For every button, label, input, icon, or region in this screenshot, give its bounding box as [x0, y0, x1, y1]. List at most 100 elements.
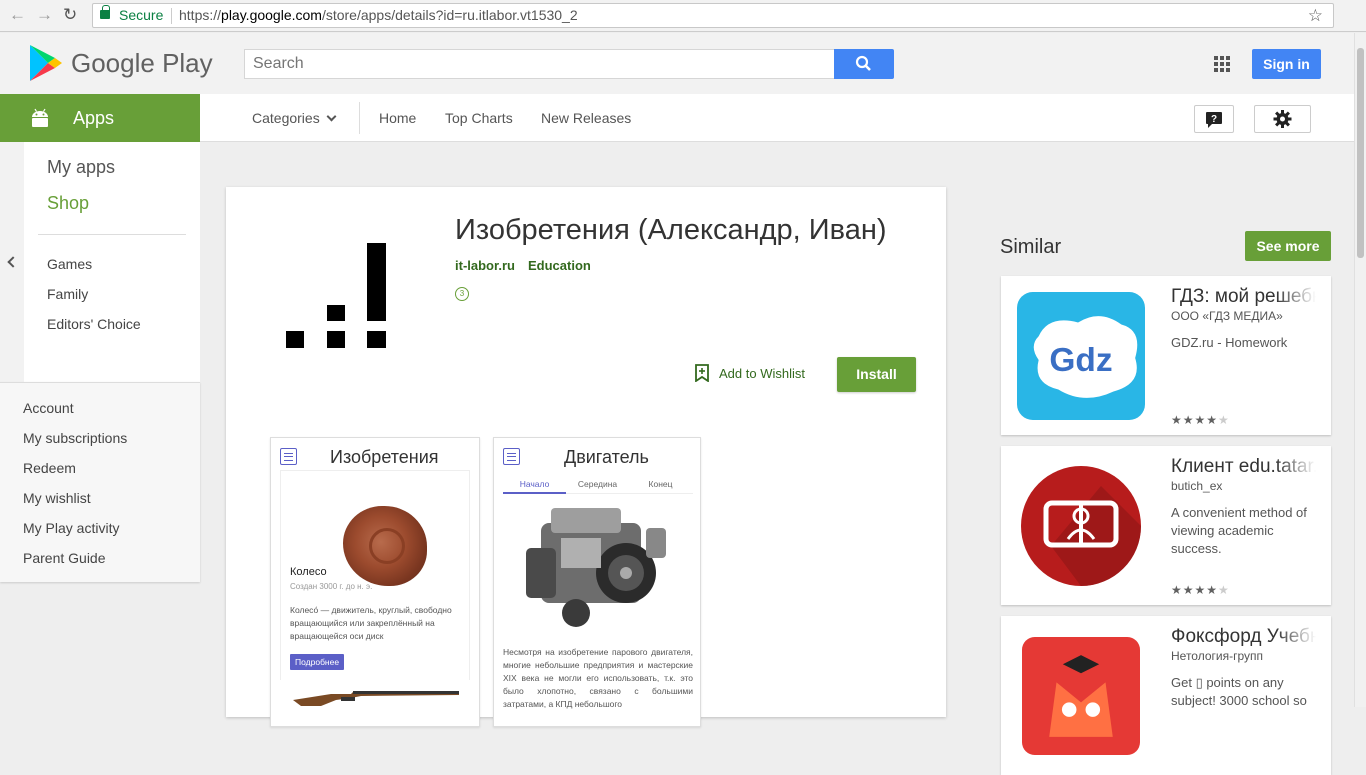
- tab-end[interactable]: Конец: [629, 479, 692, 489]
- nav-parent-guide[interactable]: Parent Guide: [23, 550, 106, 566]
- reload-icon[interactable]: ↻: [63, 6, 77, 24]
- article-body: Несмотря на изобретение парового двигате…: [503, 647, 693, 709]
- similar-app-publisher[interactable]: Нетология-групп: [1171, 649, 1263, 663]
- install-button[interactable]: Install: [837, 357, 916, 392]
- url-text: https://play.google.com/store/apps/detai…: [179, 7, 578, 23]
- play-triangle-icon: [30, 45, 62, 81]
- similar-app-card[interactable]: Gdz ГДЗ: мой решебник ООО «ГДЗ МЕДИА» GD…: [1001, 276, 1331, 435]
- app-details-card: Изобретения (Александр, Иван) it-labor.r…: [226, 187, 946, 727]
- nav-new-releases[interactable]: New Releases: [541, 110, 631, 126]
- app-title: Изобретения (Александр, Иван): [455, 214, 887, 246]
- tab-bar: Начало Середина Конец: [503, 476, 693, 494]
- search-button[interactable]: [834, 49, 894, 79]
- address-divider: [171, 8, 172, 24]
- lock-icon: [100, 5, 110, 19]
- nav-shop[interactable]: Shop: [47, 193, 89, 214]
- screenshot-2[interactable]: Двигатель Начало Середина Конец Несмотря…: [493, 437, 701, 727]
- similar-app-description: A convenient method of viewing academic …: [1171, 505, 1307, 556]
- help-icon: ?: [1206, 112, 1222, 128]
- similar-app-card[interactable]: Фоксфорд Учебник Нетология-групп Get ▯ p…: [1001, 616, 1331, 775]
- chevron-left-icon[interactable]: [7, 256, 19, 268]
- search-input[interactable]: [244, 49, 835, 79]
- gdz-icon-text: Gdz: [1049, 342, 1112, 379]
- nav-my-subscriptions[interactable]: My subscriptions: [23, 430, 127, 446]
- svg-text:?: ?: [1211, 114, 1217, 125]
- nav-editors-choice[interactable]: Editors' Choice: [47, 316, 141, 332]
- similar-app-title[interactable]: ГДЗ: мой решебник: [1171, 286, 1316, 308]
- wishlist-label: Add to Wishlist: [719, 366, 805, 381]
- scrollbar-thumb[interactable]: [1357, 48, 1364, 258]
- account-menu: Account My subscriptions Redeem My wishl…: [0, 382, 200, 582]
- similar-heading: Similar: [1000, 236, 1062, 258]
- tab-start[interactable]: Начало: [503, 479, 566, 494]
- address-bar[interactable]: Secure https://play.google.com/store/app…: [92, 3, 1334, 28]
- item-date: Создан 3000 г. до н. э.: [290, 582, 373, 591]
- nav-my-apps[interactable]: My apps: [47, 157, 115, 178]
- similar-app-title[interactable]: Клиент edu.tatar.ru: [1171, 456, 1316, 478]
- item-name: Колесо: [290, 566, 327, 578]
- google-play-logo[interactable]: Google Play: [28, 44, 218, 84]
- left-navigation: My apps Shop Games Family Editors' Choic…: [0, 142, 200, 382]
- nav-family[interactable]: Family: [47, 286, 88, 302]
- more-button[interactable]: Подробнее: [290, 654, 345, 670]
- menu-icon: [280, 448, 297, 465]
- engine-image: [526, 508, 666, 627]
- wheel-image: [343, 506, 427, 586]
- gdz-icon: Gdz: [1017, 292, 1145, 420]
- search-icon: [855, 55, 871, 71]
- see-more-button[interactable]: See more: [1245, 231, 1331, 261]
- help-button[interactable]: ?: [1194, 105, 1234, 133]
- category-link[interactable]: Education: [528, 258, 591, 273]
- similar-app-publisher[interactable]: butich_ex: [1171, 479, 1222, 493]
- screenshot-title: Изобретения: [330, 447, 439, 467]
- similar-app-card[interactable]: Клиент edu.tatar.ru butich_ex A convenie…: [1001, 446, 1331, 605]
- foxford-icon: [1022, 637, 1140, 755]
- nav-my-play-activity[interactable]: My Play activity: [23, 520, 119, 536]
- similar-app-publisher[interactable]: ООО «ГДЗ МЕДИА»: [1171, 309, 1283, 323]
- item-card: Колесо Создан 3000 г. до н. э. Колесо́ —…: [280, 470, 470, 680]
- apps-grid-icon[interactable]: [1214, 56, 1230, 72]
- nav-home[interactable]: Home: [379, 110, 416, 126]
- similar-app-description: GDZ.ru - Homework: [1171, 335, 1288, 350]
- nav-games[interactable]: Games: [47, 256, 92, 272]
- brand-text: Google Play: [71, 48, 213, 78]
- sign-in-button[interactable]: Sign in: [1252, 49, 1321, 79]
- browser-toolbar: ← → ↻ Secure https://play.google.com/sto…: [0, 0, 1366, 32]
- collapse-rail[interactable]: [0, 142, 24, 382]
- gear-icon: [1273, 110, 1292, 128]
- menu-icon: [503, 448, 520, 465]
- sub-navigation: Categories Home Top Charts New Releases …: [200, 94, 1354, 142]
- screenshot-1[interactable]: Изобретения Колесо Создан 3000 г. до н. …: [270, 437, 480, 727]
- content-rating-badge: 3: [455, 287, 469, 301]
- bookmark-star-icon[interactable]: ☆: [1308, 4, 1323, 27]
- rating-stars: ★★★★★: [1171, 583, 1230, 597]
- nav-my-wishlist[interactable]: My wishlist: [23, 490, 91, 506]
- categories-dropdown[interactable]: Categories: [252, 110, 337, 126]
- back-icon[interactable]: ←: [9, 6, 26, 24]
- secure-label: Secure: [119, 7, 164, 23]
- subnav-divider: [359, 102, 360, 134]
- nav-redeem[interactable]: Redeem: [23, 460, 76, 476]
- settings-button[interactable]: [1254, 105, 1311, 133]
- page-scrollbar[interactable]: [1354, 33, 1366, 707]
- developer-link[interactable]: it-labor.ru: [455, 258, 515, 273]
- app-icon: [284, 243, 388, 353]
- nav-top-charts[interactable]: Top Charts: [445, 110, 513, 126]
- similar-app-description: Get ▯ points on any subject! 3000 school…: [1171, 675, 1307, 708]
- rating-stars: ★★★★★: [1171, 413, 1230, 427]
- android-icon: [32, 108, 48, 127]
- bookmark-add-icon: [695, 364, 709, 382]
- play-header: Google Play Sign in: [0, 33, 1354, 94]
- forward-icon[interactable]: →: [36, 6, 53, 24]
- edu-tatar-icon: [1021, 466, 1141, 586]
- nav-divider: [38, 234, 186, 235]
- rifle-image: [293, 691, 459, 706]
- screenshot-title: Двигатель: [564, 447, 649, 467]
- apps-label: Apps: [73, 108, 115, 128]
- chevron-down-icon: [326, 111, 337, 122]
- nav-account[interactable]: Account: [23, 400, 74, 416]
- item-description: Колесо́ — движитель, круглый, свободно в…: [290, 605, 452, 641]
- similar-app-title[interactable]: Фоксфорд Учебник: [1171, 626, 1316, 648]
- apps-section-tab[interactable]: Apps: [0, 94, 200, 142]
- tab-middle[interactable]: Середина: [566, 479, 629, 489]
